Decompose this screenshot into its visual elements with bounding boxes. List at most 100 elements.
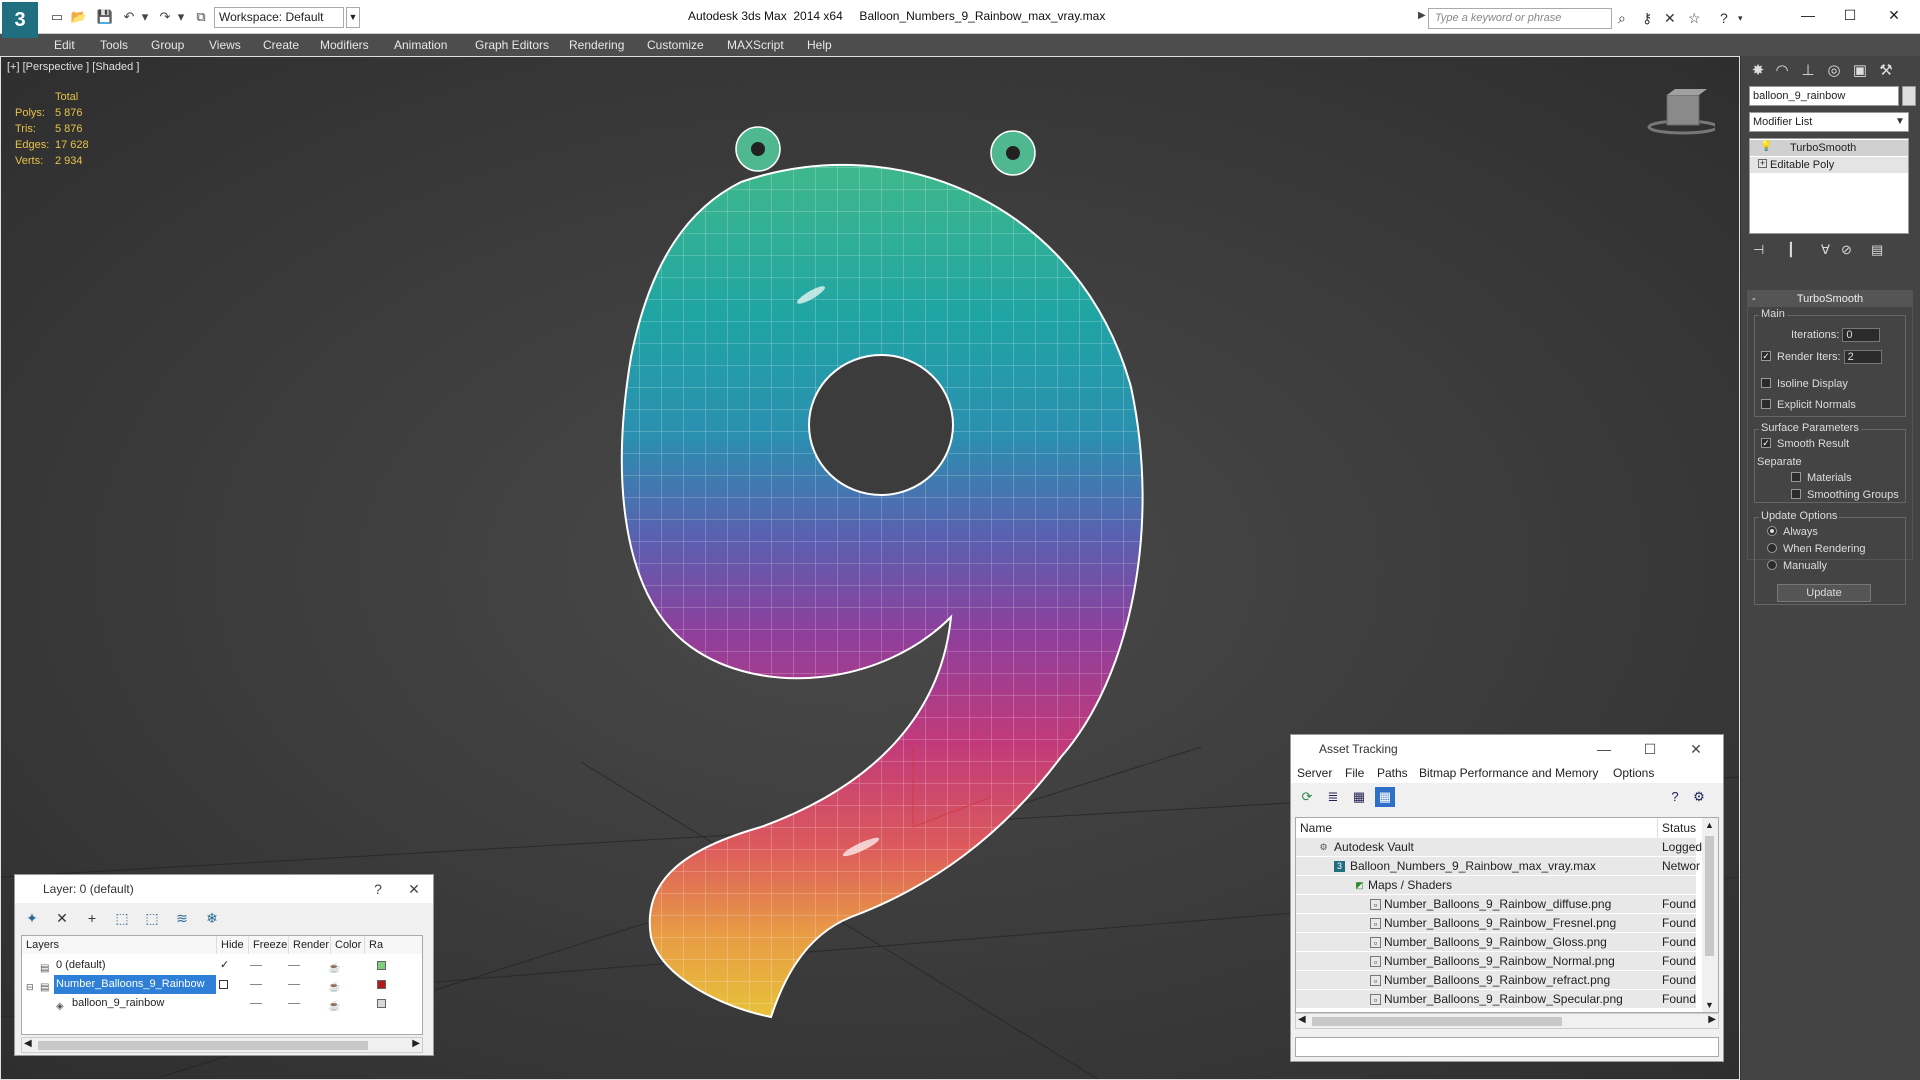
table-view-icon[interactable]: ▦ bbox=[1375, 787, 1395, 807]
show-end-result-icon[interactable]: ┃ bbox=[1787, 242, 1795, 258]
stack-item-turbosmooth[interactable]: TurboSmooth bbox=[1750, 140, 1908, 156]
column-status[interactable]: Status bbox=[1658, 818, 1704, 838]
render-iters-checkbox[interactable]: ✓ bbox=[1761, 351, 1771, 361]
asset-row[interactable]: ▫ Number_Balloons_9_Rainbow_Normal.png F… bbox=[1296, 952, 1696, 971]
create-tab-icon[interactable]: ✸ bbox=[1747, 60, 1769, 82]
new-file-icon[interactable]: ▭ bbox=[48, 8, 66, 26]
make-unique-icon[interactable]: ∀ bbox=[1821, 242, 1830, 258]
favorites-icon[interactable]: ☆ bbox=[1688, 10, 1701, 27]
open-file-icon[interactable]: 📂 bbox=[70, 8, 88, 26]
menu-tools[interactable]: Tools bbox=[100, 36, 128, 54]
configure-sets-icon[interactable]: ▤ bbox=[1871, 242, 1883, 258]
redo-dropdown-icon[interactable]: ▾ bbox=[172, 8, 190, 26]
asset-row[interactable]: ◩ Maps / Shaders bbox=[1296, 876, 1696, 895]
search-expand-icon[interactable]: ▶ bbox=[1418, 10, 1426, 21]
help-dropdown-icon[interactable]: ▾ bbox=[1738, 13, 1743, 24]
asset-menu-file[interactable]: File bbox=[1345, 766, 1364, 780]
layer-close-icon[interactable]: ✕ bbox=[397, 875, 431, 903]
menu-graph-editors[interactable]: Graph Editors bbox=[475, 36, 549, 54]
remove-modifier-icon[interactable]: ⊘ bbox=[1841, 242, 1852, 258]
workspace-dropdown-arrow-icon[interactable]: ▼ bbox=[346, 7, 360, 28]
thumbnail-view-icon[interactable]: ▦ bbox=[1349, 787, 1369, 807]
menu-edit[interactable]: Edit bbox=[54, 36, 75, 54]
rollout-header[interactable]: - TurboSmooth bbox=[1748, 291, 1912, 307]
asset-menu-options[interactable]: Options bbox=[1613, 766, 1654, 780]
isoline-display-checkbox[interactable]: Isoline Display bbox=[1761, 378, 1848, 390]
column-radiosity[interactable]: Ra bbox=[365, 936, 422, 954]
workspace-dropdown[interactable]: Workspace: Default bbox=[214, 7, 344, 28]
menu-group[interactable]: Group bbox=[151, 36, 184, 54]
column-name[interactable]: Name bbox=[1296, 818, 1658, 838]
render-teapot-icon[interactable]: ☕ bbox=[328, 997, 340, 1016]
asset-row[interactable]: ▫ Number_Balloons_9_Rainbow_Fresnel.png … bbox=[1296, 914, 1696, 933]
binoculars-icon[interactable]: ⌕ bbox=[1618, 10, 1626, 27]
explicit-normals-checkbox[interactable]: Explicit Normals bbox=[1761, 399, 1856, 411]
column-hide[interactable]: Hide bbox=[217, 936, 249, 954]
asset-row[interactable]: 3 Balloon_Numbers_9_Rainbow_max_vray.max… bbox=[1296, 857, 1700, 876]
asset-row[interactable]: ▫ Number_Balloons_9_Rainbow_refract.png … bbox=[1296, 971, 1696, 990]
layer-color-swatch[interactable] bbox=[377, 980, 386, 989]
asset-row[interactable]: ▫ Number_Balloons_9_Rainbow_diffuse.png … bbox=[1296, 895, 1696, 914]
column-color[interactable]: Color bbox=[331, 936, 365, 954]
menu-views[interactable]: Views bbox=[209, 36, 241, 54]
current-layer-check-icon[interactable]: ✓ bbox=[220, 956, 229, 975]
asset-row[interactable]: ▫ Number_Balloons_9_Rainbow_Specular.png… bbox=[1296, 990, 1696, 1009]
close-icon[interactable]: ✕ bbox=[1874, 4, 1914, 26]
asset-vertical-scrollbar[interactable]: ▲ ▼ bbox=[1702, 818, 1718, 1012]
minimize-icon[interactable]: — bbox=[1788, 4, 1828, 26]
layer-color-swatch[interactable] bbox=[377, 999, 386, 1008]
asset-close-icon[interactable]: ✕ bbox=[1679, 735, 1713, 763]
highlight-layer-icon[interactable]: ⬚ bbox=[141, 907, 163, 929]
maximize-icon[interactable]: ☐ bbox=[1830, 4, 1870, 26]
materials-checkbox[interactable]: Materials bbox=[1791, 472, 1852, 484]
app-logo-button[interactable]: 3 bbox=[2, 2, 38, 38]
project-folder-icon[interactable]: ⧉ bbox=[192, 8, 210, 26]
expand-icon[interactable]: + bbox=[1758, 159, 1767, 168]
layer-color-swatch[interactable] bbox=[377, 961, 386, 970]
refresh-icon[interactable]: ⟳ bbox=[1297, 787, 1317, 807]
render-iters-spinner[interactable]: 2 bbox=[1843, 350, 1882, 364]
smoothing-groups-checkbox[interactable]: Smoothing Groups bbox=[1791, 489, 1899, 501]
layer-row[interactable]: ◈ balloon_9_rainbow ☕ bbox=[22, 994, 422, 1013]
menu-animation[interactable]: Animation bbox=[394, 36, 447, 54]
make-current-box[interactable] bbox=[219, 980, 228, 989]
asset-horizontal-scrollbar[interactable]: ◀ ▶ bbox=[1295, 1013, 1719, 1029]
subscription-icon[interactable]: ⚷ bbox=[1642, 10, 1652, 27]
freeze-all-icon[interactable]: ❄ bbox=[201, 907, 223, 929]
communication-icon[interactable]: ✕ bbox=[1664, 10, 1676, 27]
iterations-spinner[interactable]: 0 bbox=[1842, 328, 1881, 342]
stack-item-editable-poly[interactable]: Editable Poly bbox=[1750, 157, 1908, 173]
hide-all-icon[interactable]: ≋ bbox=[171, 907, 193, 929]
utilities-tab-icon[interactable]: ⚒ bbox=[1875, 60, 1897, 82]
smooth-result-checkbox[interactable]: ✓ Smooth Result bbox=[1761, 438, 1849, 450]
menu-customize[interactable]: Customize bbox=[647, 36, 704, 54]
list-view-icon[interactable]: ≣ bbox=[1323, 787, 1343, 807]
asset-menu-bitmap-performance[interactable]: Bitmap Performance and Memory bbox=[1419, 766, 1598, 780]
create-layer-icon[interactable]: ✦ bbox=[21, 907, 43, 929]
viewcube-icon[interactable] bbox=[1645, 87, 1715, 137]
motion-tab-icon[interactable]: ◎ bbox=[1823, 60, 1845, 82]
menu-create[interactable]: Create bbox=[263, 36, 299, 54]
add-to-layer-icon[interactable]: + bbox=[81, 907, 103, 929]
menu-modifiers[interactable]: Modifiers bbox=[320, 36, 369, 54]
layer-help-button[interactable]: ? bbox=[361, 875, 395, 903]
column-freeze[interactable]: Freeze bbox=[249, 936, 289, 954]
when-rendering-radio[interactable]: When Rendering bbox=[1767, 543, 1866, 555]
layer-row[interactable]: ▤ 0 (default) ✓ ☕ bbox=[22, 956, 422, 975]
help-icon[interactable]: ? bbox=[1720, 10, 1728, 26]
asset-path-field[interactable] bbox=[1295, 1037, 1719, 1057]
menu-help[interactable]: Help bbox=[807, 36, 832, 54]
modify-tab-icon[interactable]: ◠ bbox=[1771, 60, 1793, 82]
lightbulb-icon[interactable]: 💡 bbox=[1760, 141, 1772, 152]
asset-minimize-icon[interactable]: — bbox=[1587, 735, 1621, 763]
delete-layer-icon[interactable]: ✕ bbox=[51, 907, 73, 929]
column-layers[interactable]: Layers bbox=[22, 936, 217, 954]
hierarchy-tab-icon[interactable]: ⊥ bbox=[1797, 60, 1819, 82]
update-button[interactable]: Update bbox=[1777, 584, 1871, 602]
asset-help-icon[interactable]: ? bbox=[1665, 787, 1685, 807]
display-tab-icon[interactable]: ▣ bbox=[1849, 60, 1871, 82]
manually-radio[interactable]: Manually bbox=[1767, 560, 1827, 572]
asset-menu-server[interactable]: Server bbox=[1297, 766, 1332, 780]
viewport-label[interactable]: [+] [Perspective ] [Shaded ] bbox=[7, 61, 139, 73]
select-objects-icon[interactable]: ⬚ bbox=[111, 907, 133, 929]
